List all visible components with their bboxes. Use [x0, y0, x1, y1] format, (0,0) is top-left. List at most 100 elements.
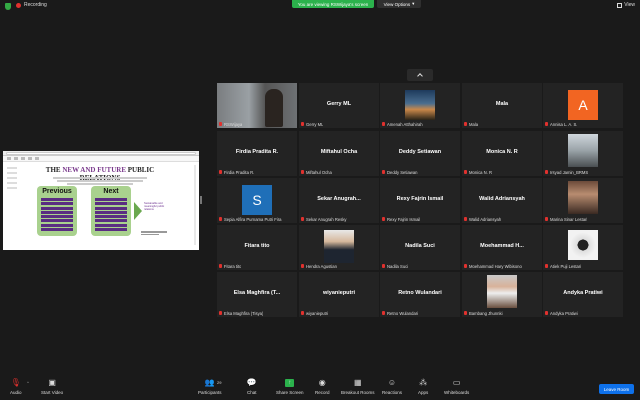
mic-muted-icon: [219, 122, 222, 126]
participant-tile[interactable]: Monica N. R Monica N. R: [462, 131, 542, 176]
chat-button[interactable]: 💬 Chat: [247, 379, 257, 396]
view-label: View: [624, 2, 635, 8]
participant-name: Mala: [495, 101, 509, 107]
participant-tile[interactable]: Fitara tito Fitara tito: [217, 225, 297, 270]
reactions-label: Reactions: [382, 390, 403, 395]
mic-muted-icon: [545, 311, 548, 315]
participant-caption-text: Retno Wulandari: [387, 310, 419, 316]
participant-tile[interactable]: S Sepia Alfira Purnama Putri Fira: [217, 178, 297, 223]
participant-tile[interactable]: Walid Adriansyah Walid Adriansyah: [462, 178, 542, 223]
participant-tile[interactable]: Amenah Atthahirah: [380, 83, 460, 128]
participant-tile[interactable]: Gerry ML Gerry ML: [299, 83, 379, 128]
apps-button[interactable]: ⁂ Apps: [418, 379, 428, 396]
participants-icon: 👥: [204, 378, 215, 387]
participant-tile[interactable]: Andyka Pratiwi Andyka Pratiwi: [543, 272, 623, 317]
mic-muted-icon: 🎙: [10, 378, 21, 387]
mic-muted-icon: [545, 217, 548, 221]
share-screen-button[interactable]: ↑ Share Screen: [276, 379, 304, 395]
participant-tile[interactable]: Elsa Maghfira (T... Elsa Maghfira (Tisya): [217, 272, 297, 317]
participant-caption-text: Nadila Suci: [387, 263, 409, 269]
participant-name: Sekar Anugrah...: [317, 196, 361, 202]
avatar: A: [568, 90, 598, 120]
participant-tile[interactable]: A Annisa L. A. S.: [543, 83, 623, 128]
participant-name: Moehammad H...: [480, 243, 524, 249]
breakout-rooms-icon: ▦: [353, 378, 362, 387]
mic-muted-icon: [301, 264, 304, 268]
start-video-button[interactable]: ▣ Start Video: [41, 379, 63, 396]
participant-caption: Walid Adriansyah: [464, 216, 501, 222]
participant-tile[interactable]: Rexy Fajrin Ismail Rexy Fajrin Ismail: [380, 178, 460, 223]
participant-tile[interactable]: RSWijaya: [217, 83, 297, 128]
participant-caption: Mala: [464, 121, 478, 127]
participant-tile[interactable]: Irsyad Jamin_BRMS: [543, 131, 623, 176]
participant-caption: Sepia Alfira Purnama Putri Fira: [219, 216, 282, 222]
person-silhouette: [265, 89, 283, 127]
share-screen-label: Share Screen: [276, 390, 304, 395]
participants-label: Participants: [198, 390, 222, 395]
reactions-icon: ☺: [387, 378, 397, 387]
participant-tile[interactable]: Hendra Agustian: [299, 225, 379, 270]
participant-caption: Retno Wulandari: [382, 310, 418, 316]
participant-tile[interactable]: Retno Wulandari Retno Wulandari: [380, 272, 460, 317]
breakout-rooms-button[interactable]: ▦ Breakout Rooms: [341, 378, 375, 396]
participant-tile[interactable]: Marina Sinar Lestari: [543, 178, 623, 223]
participant-name: Retno Wulandari: [398, 290, 442, 296]
view-options-button[interactable]: View Options ▾: [377, 0, 421, 8]
profile-photo: [405, 90, 435, 120]
participant-tile[interactable]: Sekar Anugrah... Sekar Anugrah Resky: [299, 178, 379, 223]
record-dot-icon: [16, 2, 21, 8]
whiteboard-icon: ▭: [452, 378, 461, 387]
audio-button[interactable]: 🎙 Audio: [10, 378, 22, 396]
participant-caption: Nadila Suci: [382, 263, 408, 269]
profile-photo: [324, 230, 354, 263]
participant-tile[interactable]: Firdia Pradita R. Firdia Pradita R.: [217, 131, 297, 176]
participant-caption-text: Walid Adriansyah: [469, 216, 502, 222]
leave-room-button[interactable]: Leave Room: [599, 384, 634, 394]
participant-tile[interactable]: Moehammad H... Moehammad Hary Wibisono: [462, 225, 542, 270]
audio-options-caret[interactable]: ^: [27, 380, 29, 385]
mic-muted-icon: [382, 170, 385, 174]
arrow-right-icon: [134, 202, 142, 220]
participant-name: Walid Adriansyah: [479, 196, 525, 202]
participant-caption-text: Moehammad Hary Wibisono: [469, 263, 522, 269]
mic-muted-icon: [545, 170, 548, 174]
mic-muted-icon: [301, 217, 304, 221]
participant-tile[interactable]: Deddy Setiawan Deddy Setiawan: [380, 131, 460, 176]
mic-muted-icon: [382, 264, 385, 268]
participant-tile[interactable]: Mala Mala: [462, 83, 542, 128]
view-button[interactable]: View: [617, 2, 635, 8]
whiteboards-button[interactable]: ▭ Whiteboards: [444, 378, 469, 396]
profile-photo: [568, 230, 598, 260]
participant-tile[interactable]: Atiek Puji Lestari: [543, 225, 623, 270]
top-bar: Recording You are viewing RSWijaya's scr…: [0, 0, 640, 12]
shared-screen[interactable]: THE NEW AND FUTURE PUBLIC RELATIONS Prev…: [3, 151, 199, 250]
breakout-rooms-label: Breakout Rooms: [341, 390, 375, 395]
mic-muted-icon: [382, 122, 385, 126]
gallery-scroll-up-button[interactable]: [407, 69, 433, 81]
participant-name: Andyka Pratiwi: [563, 290, 603, 296]
split-drag-handle[interactable]: [200, 196, 202, 204]
participant-caption: Amenah Atthahirah: [382, 121, 423, 127]
participant-name: wiyanieputri: [322, 290, 356, 296]
participant-caption: Irsyad Jamin_BRMS: [545, 169, 588, 175]
profile-photo: [487, 275, 517, 308]
participant-caption: RSWijaya: [219, 121, 242, 127]
participant-tile[interactable]: Nadila Suci Nadila Suci: [380, 225, 460, 270]
reactions-button[interactable]: ☺ Reactions: [382, 378, 403, 396]
security-shield-icon[interactable]: [5, 3, 11, 10]
participant-tile[interactable]: Miftahul Ocha Miftahul Ocha: [299, 131, 379, 176]
mic-muted-icon: [219, 217, 222, 221]
mic-muted-icon: [219, 170, 222, 174]
participant-tile[interactable]: wiyanieputri wiyanieputri: [299, 272, 379, 317]
participant-caption-text: RSWijaya: [224, 121, 243, 127]
mic-muted-icon: [464, 122, 467, 126]
record-button[interactable]: ◉ Record: [315, 379, 330, 396]
mic-muted-icon: [301, 311, 304, 315]
audio-label: Audio: [10, 390, 22, 395]
participant-tile[interactable]: Bambang Jhunnki: [462, 272, 542, 317]
previous-column: Previous: [37, 186, 77, 236]
participant-caption: Fitara tito: [219, 263, 241, 269]
recording-indicator[interactable]: Recording: [16, 2, 47, 8]
mic-muted-icon: [464, 217, 467, 221]
participant-caption-text: Deddy Setiawan: [387, 169, 418, 175]
